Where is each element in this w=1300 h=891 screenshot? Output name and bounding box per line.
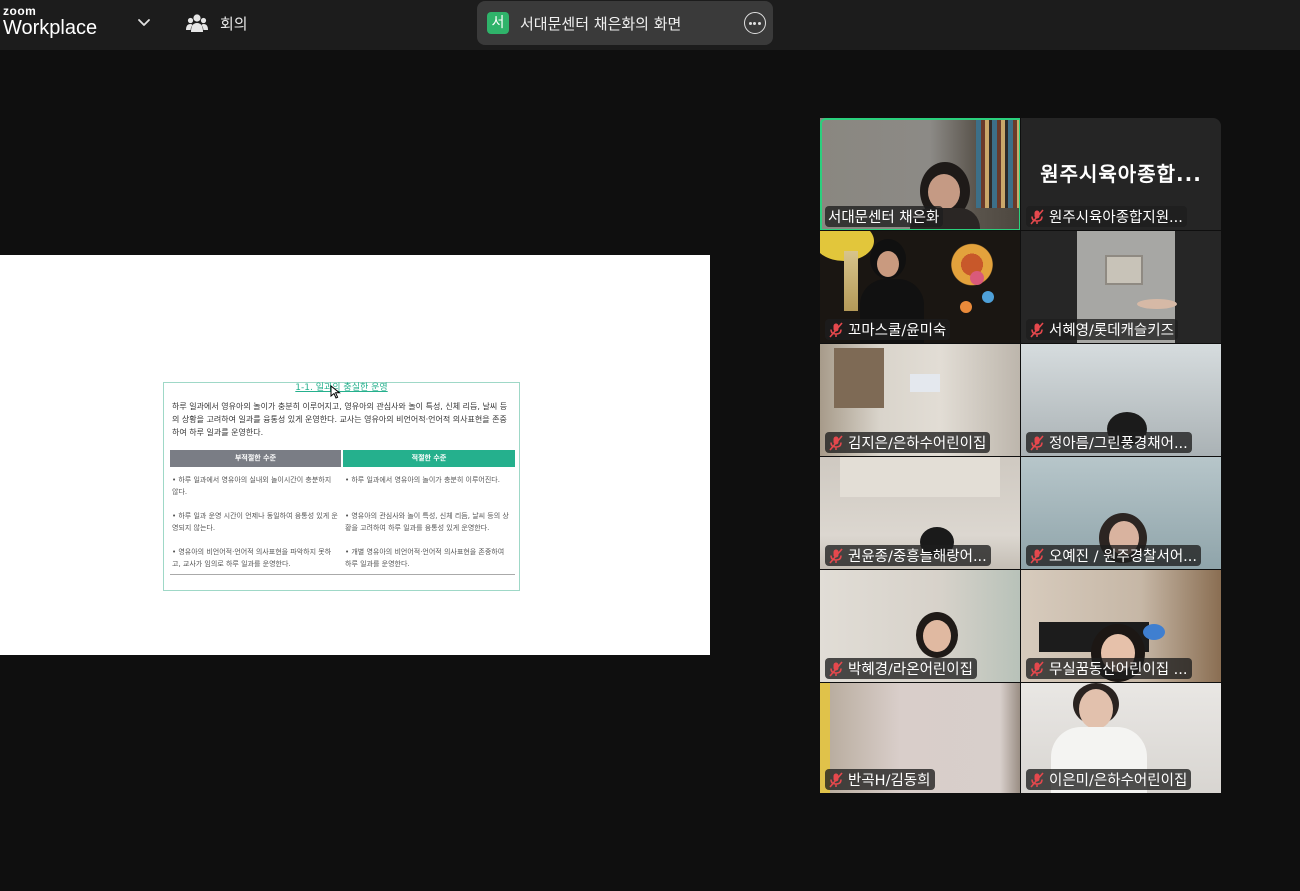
shared-screen: 1-1. 일과의 충실한 운영 하루 일과에서 영유아의 놀이가 충분히 이루어… — [0, 255, 710, 655]
participant-tile[interactable]: 이은미/은하수어린이집 — [1021, 683, 1221, 793]
participant-name: 꼬마스쿨/윤미숙 — [848, 323, 947, 339]
mic-muted-icon — [829, 434, 843, 451]
mic-muted-icon — [1030, 208, 1044, 225]
participants-icon — [186, 14, 208, 32]
active-speaker-outline — [820, 118, 1020, 230]
participant-tile[interactable]: 김지은/은하수어린이집 — [820, 344, 1020, 456]
participant-tile[interactable]: 무실꿈동산어린이집 ... — [1021, 570, 1221, 682]
participant-name: 오예진 / 원주경찰서어... — [1049, 549, 1197, 565]
table-cell-bad: • 영유아의 비언어적·언어적 의사표현을 파악하지 못하고, 교사가 임의로 … — [172, 548, 332, 568]
share-title: 서대문센터 채은화의 화면 — [520, 15, 682, 33]
slide-card: 1-1. 일과의 충실한 운영 하루 일과에서 영유아의 놀이가 충분히 이루어… — [163, 382, 520, 591]
mic-muted-icon — [829, 321, 843, 338]
logo-workplace-text: Workplace — [3, 17, 98, 39]
participant-name: 권윤종/중흥늘해랑어... — [848, 549, 987, 565]
mic-muted-icon — [829, 660, 843, 677]
participant-name-tag: 반곡H/김동희 — [825, 769, 935, 790]
mic-muted-icon — [1030, 660, 1044, 677]
meeting-menu[interactable]: 회의 — [186, 11, 248, 35]
mic-muted-icon — [1030, 547, 1044, 564]
participant-name: 무실꿈동산어린이집 ... — [1049, 662, 1188, 678]
sharer-badge: 서 — [487, 12, 509, 34]
participant-name: 서혜영/롯데캐슬키즈 — [1049, 323, 1174, 339]
participant-name-tag: 박혜경/라온어린이집 — [825, 658, 977, 679]
participant-tile[interactable]: 박혜경/라온어린이집 — [820, 570, 1020, 682]
participant-name: 원주시육아종합지원... — [1049, 210, 1183, 226]
table-cell-good: • 하루 일과에서 영유아의 놀이가 충분히 이루어진다. — [345, 476, 500, 484]
participant-name-tag: 권윤종/중흥늘해랑어... — [825, 545, 991, 566]
table-cell-good: • 개별 영유아의 비언어적·언어적 의사표현을 존중하여 하루 일과를 운영한… — [345, 548, 505, 568]
participant-name-tag: 원주시육아종합지원... — [1026, 206, 1187, 227]
participant-name-tag: 이은미/은하수어린이집 — [1026, 769, 1192, 790]
table-bottom-rule — [170, 574, 515, 575]
participant-tile[interactable]: 반곡H/김동희 — [820, 683, 1020, 793]
participant-tile[interactable]: 꼬마스쿨/윤미숙 — [820, 231, 1020, 343]
participant-tile[interactable]: 권윤종/중흥늘해랑어... — [820, 457, 1020, 569]
participant-tile[interactable]: 서대문센터 채은화 — [820, 118, 1020, 230]
slide-paragraph: 하루 일과에서 영유아의 놀이가 충분히 이루어지고, 영유아의 관심사와 놀이… — [172, 402, 508, 437]
participant-name: 김지은/은하수어린이집 — [848, 436, 987, 452]
logo-zoom-text: zoom — [3, 4, 37, 18]
participant-name-tag: 김지은/은하수어린이집 — [825, 432, 991, 453]
participant-name-tag: 서혜영/롯데캐슬키즈 — [1026, 319, 1178, 340]
participant-name: 정아름/그린풍경채어... — [1049, 436, 1188, 452]
participant-tile[interactable]: 원주시육아종합... 원주시육아종합지원... — [1021, 118, 1221, 230]
top-bar: zoom Workplace 회의 서 서대문센터 채은화의 화면 — [0, 0, 1300, 50]
participant-name-tag: 오예진 / 원주경찰서어... — [1026, 545, 1201, 566]
participant-name-tag: 무실꿈동산어린이집 ... — [1026, 658, 1192, 679]
mic-muted-icon — [1030, 434, 1044, 451]
mic-muted-icon — [829, 547, 843, 564]
mic-muted-icon — [1030, 771, 1044, 788]
table-cell-good: • 영유아의 관심사와 놀이 특성, 신체 리듬, 날씨 등의 상황을 고려하여… — [345, 512, 509, 532]
participant-gallery: 서대문센터 채은화 원주시육아종합... 원주시육아종합지원... 꼬마스쿨/윤… — [820, 118, 1221, 793]
table-cell-bad: • 하루 일과 운영 시간이 언제나 동일하여 융통성 있게 운영되지 않는다. — [172, 512, 338, 532]
participant-name-tag: 정아름/그린풍경채어... — [1026, 432, 1192, 453]
participant-tile[interactable]: 오예진 / 원주경찰서어... — [1021, 457, 1221, 569]
participant-tile[interactable]: 정아름/그린풍경채어... — [1021, 344, 1221, 456]
screen-share-indicator[interactable]: 서 서대문센터 채은화의 화면 — [477, 1, 773, 45]
column-header-bad: 부적절한 수준 — [170, 450, 341, 467]
participant-name: 이은미/은하수어린이집 — [1049, 773, 1188, 789]
column-header-good: 적절한 수준 — [343, 450, 515, 467]
meeting-label: 회의 — [220, 14, 248, 33]
more-options-icon[interactable] — [744, 12, 766, 34]
mic-muted-icon — [1030, 321, 1044, 338]
table-cell-bad: • 하루 일과에서 영유아의 실내외 놀이시간이 충분하지 않다. — [172, 476, 332, 496]
chevron-down-icon[interactable] — [136, 14, 152, 30]
participant-tile[interactable]: 서혜영/롯데캐슬키즈 — [1021, 231, 1221, 343]
participant-name-tag: 꼬마스쿨/윤미숙 — [825, 319, 951, 340]
zoom-workplace-logo[interactable]: zoom Workplace — [3, 5, 97, 38]
participant-name: 반곡H/김동희 — [848, 773, 931, 789]
participant-name: 박혜경/라온어린이집 — [848, 662, 973, 678]
mic-muted-icon — [829, 771, 843, 788]
mouse-cursor-icon — [330, 385, 341, 399]
avatar-name-text: 원주시육아종합... — [1040, 162, 1202, 186]
